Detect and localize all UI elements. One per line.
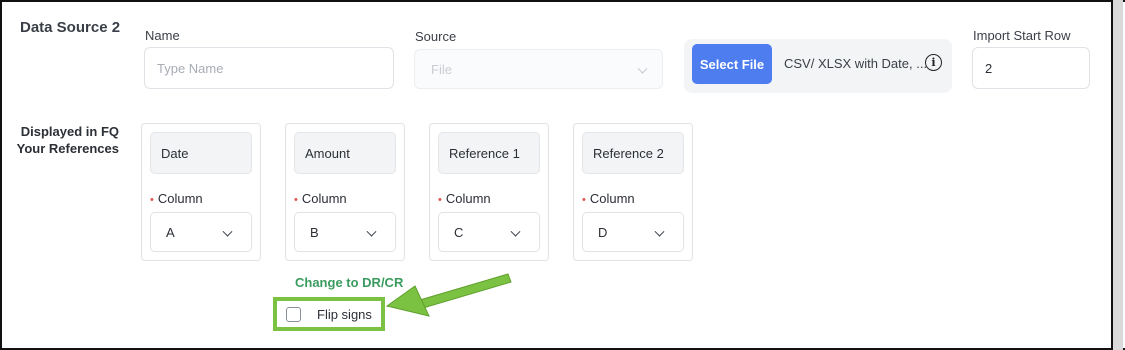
column-select-value: C [454,224,464,240]
column-label-text: Column [445,191,491,206]
name-input-placeholder: Type Name [157,60,224,76]
name-label: Name [145,28,180,43]
chevron-down-icon [637,63,648,74]
reference-card-reference-2: Reference 2 • Column D [573,123,693,261]
column-label: • Column [582,191,635,206]
required-marker: • [582,194,586,206]
reference-card-date: Date • Column A [141,123,261,261]
required-marker: • [294,194,298,206]
column-label: • Column [150,191,203,206]
column-select-value: D [598,224,608,240]
import-start-row-input[interactable]: 2 [972,47,1090,89]
chevron-down-icon [654,226,665,237]
flip-signs-highlight: Flip signs [273,297,385,331]
source-select-placeholder: File [431,61,452,77]
reference-name-field[interactable]: Date [150,132,252,174]
source-label: Source [415,29,457,44]
references-label: Displayed in FQ Your References [14,123,119,157]
reference-card-reference-1: Reference 1 • Column C [429,123,549,261]
flip-signs-label[interactable]: Flip signs [317,307,372,322]
reference-card-amount: Amount • Column B [285,123,405,261]
annotation-arrow-icon [385,273,512,317]
column-select-value: B [310,224,319,240]
column-label: • Column [294,191,347,206]
reference-name-field[interactable]: Reference 2 [582,132,684,174]
reference-name-field[interactable]: Amount [294,132,396,174]
column-select[interactable]: B [294,212,396,252]
chevron-down-icon [222,226,233,237]
vertical-scrollbar[interactable] [1111,0,1123,350]
import-start-row-label: Import Start Row [973,28,1071,43]
chevron-down-icon [510,226,521,237]
references-label-line2: Your References [16,141,119,156]
column-label-text: Column [301,191,347,206]
section-title: Data Source 2 [20,19,121,36]
required-marker: • [438,194,442,206]
reference-name-field[interactable]: Reference 1 [438,132,540,174]
file-format-hint: CSV/ XLSX with Date, ... [784,56,928,71]
column-select[interactable]: C [438,212,540,252]
column-label-text: Column [589,191,635,206]
column-select-value: A [166,224,175,240]
chevron-down-icon [366,226,377,237]
source-select[interactable]: File [414,49,663,89]
info-icon[interactable]: i [925,54,942,71]
column-label: • Column [438,191,491,206]
import-start-row-value: 2 [985,60,993,76]
name-input[interactable]: Type Name [144,47,394,89]
required-marker: • [150,194,154,206]
column-select[interactable]: D [582,212,684,252]
references-label-line1: Displayed in FQ [20,124,119,139]
column-select[interactable]: A [150,212,252,252]
flip-signs-checkbox[interactable] [286,307,301,322]
select-file-button[interactable]: Select File [692,44,772,84]
column-label-text: Column [157,191,203,206]
file-upload-box: Select File CSV/ XLSX with Date, ... i [684,39,952,93]
